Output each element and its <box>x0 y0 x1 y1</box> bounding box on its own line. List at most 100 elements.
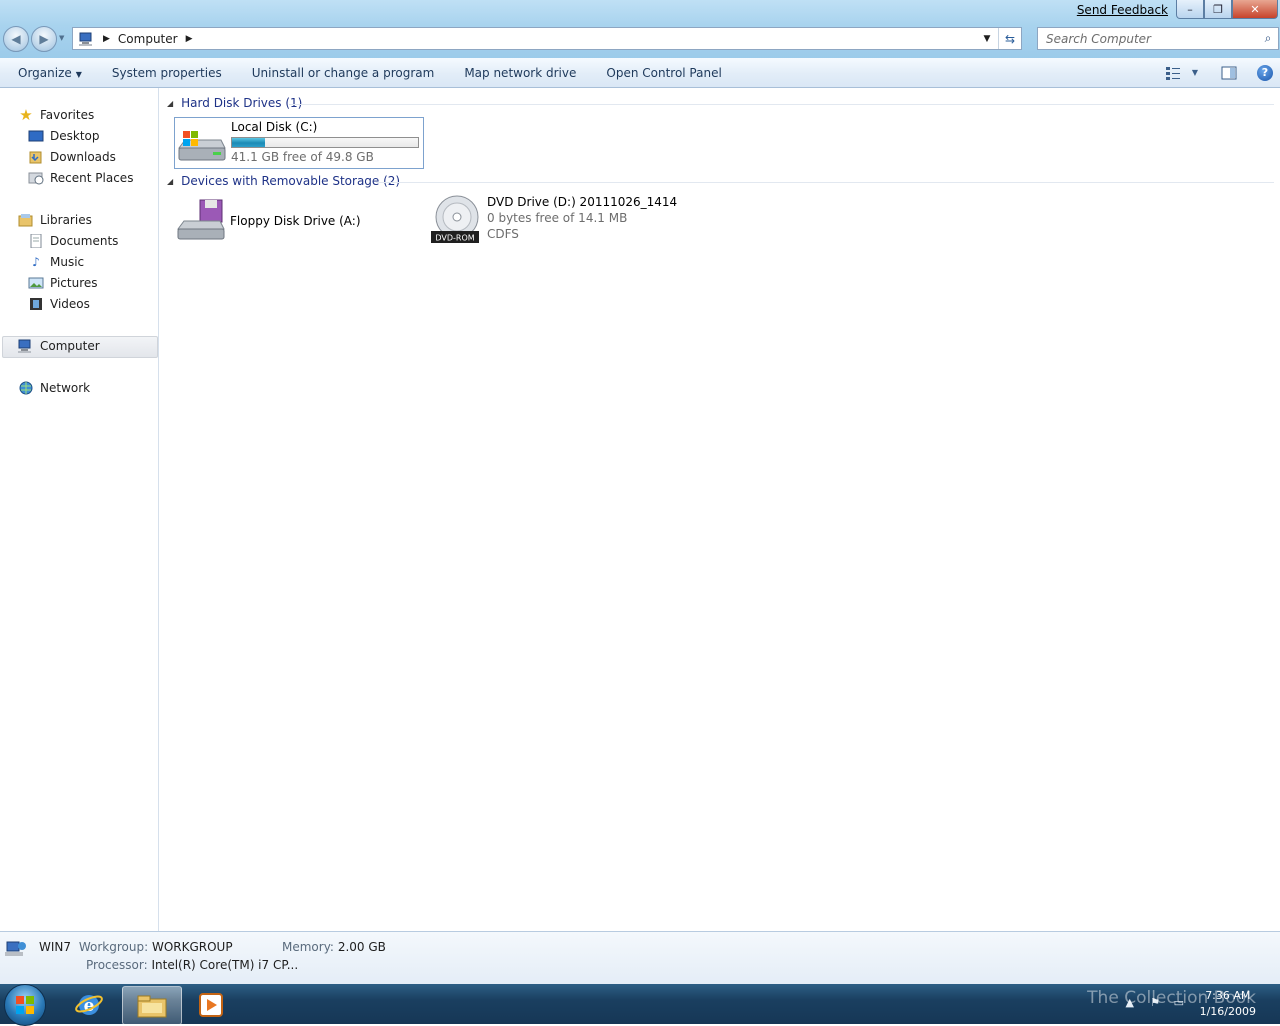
group-title: Hard Disk Drives (1) <box>181 96 303 110</box>
nav-network-label: Network <box>40 381 91 395</box>
internet-explorer-icon: e <box>75 994 103 1016</box>
chevron-down-icon: ▼ <box>1191 68 1199 77</box>
map-network-drive-button[interactable]: Map network drive <box>449 66 591 80</box>
drive-name: DVD Drive (D:) 20111026_1414 <box>487 195 678 209</box>
nav-documents-label: Documents <box>50 234 119 248</box>
nav-videos-label: Videos <box>50 297 90 311</box>
minimize-button[interactable]: – <box>1176 0 1204 19</box>
nav-pictures-label: Pictures <box>50 276 98 290</box>
memory-label: Memory: <box>282 940 334 954</box>
address-history-dropdown[interactable]: ▼ <box>975 28 998 49</box>
search-input[interactable] <box>1044 30 1258 47</box>
computer-name: WIN7 <box>39 940 72 954</box>
help-button[interactable]: ? <box>1250 58 1280 87</box>
chevron-down-icon: ▼ <box>983 33 991 44</box>
recent-places-icon <box>28 171 44 185</box>
taskbar-internet-explorer[interactable]: e <box>60 986 118 1023</box>
group-divider <box>376 182 1274 183</box>
details-pane: WIN7 Workgroup: WORKGROUP Memory: 2.00 G… <box>0 931 1280 985</box>
refresh-button[interactable]: ⇆ <box>998 28 1021 49</box>
nav-desktop[interactable]: Desktop <box>28 126 100 146</box>
forward-button[interactable]: ▶ <box>31 26 57 52</box>
taskbar-windows-explorer[interactable] <box>122 986 182 1025</box>
group-header-hard-disk-drives[interactable]: ◢ Hard Disk Drives (1) <box>167 94 302 112</box>
film-strip-icon <box>28 297 44 311</box>
nav-libraries[interactable]: Libraries <box>18 210 92 230</box>
memory-value: 2.00 GB <box>337 940 386 954</box>
drive-tile-local-disk-c[interactable]: Local Disk (C:) 41.1 GB free of 49.8 GB <box>174 117 424 169</box>
nav-recent-places[interactable]: Recent Places <box>28 168 133 188</box>
nav-libraries-label: Libraries <box>40 213 92 227</box>
disk-usage-fill <box>232 138 265 147</box>
forward-arrow-icon: ▶ <box>39 32 49 46</box>
taskbar-media-player[interactable] <box>182 986 240 1023</box>
group-header-removable-storage[interactable]: ◢ Devices with Removable Storage (2) <box>167 172 400 190</box>
restore-button[interactable]: ❐ <box>1204 0 1232 19</box>
chevron-down-icon: ▼ <box>75 69 82 79</box>
workgroup-label: Workgroup: <box>78 940 149 954</box>
group-title: Devices with Removable Storage (2) <box>181 174 401 188</box>
open-control-panel-button[interactable]: Open Control Panel <box>591 66 736 80</box>
search-box[interactable]: ⌕ <box>1037 27 1279 50</box>
system-properties-button[interactable]: System properties <box>97 66 237 80</box>
recent-pages-dropdown-icon[interactable]: ▼ <box>59 34 64 42</box>
change-view-button[interactable] <box>1158 58 1188 87</box>
nav-computer[interactable]: Computer <box>18 336 100 356</box>
nav-favorites-label: Favorites <box>40 108 95 122</box>
nav-documents[interactable]: Documents <box>28 231 118 251</box>
media-player-icon <box>199 992 223 1017</box>
taskbar-clock[interactable]: 7:36 AM 1/16/2009 <box>1200 988 1256 1020</box>
drive-name: Local Disk (C:) <box>231 120 318 134</box>
back-button[interactable]: ◀ <box>3 26 29 52</box>
drive-tile-dvd-d[interactable]: DVD-ROM DVD Drive (D:) 20111026_1414 0 b… <box>431 195 691 247</box>
drive-free-space: 41.1 GB free of 49.8 GB <box>231 150 374 164</box>
nav-favorites[interactable]: ★ Favorites <box>18 105 94 125</box>
workgroup-value: WORKGROUP <box>151 940 233 954</box>
command-bar: Organize ▼ System properties Uninstall or… <box>0 58 1280 88</box>
desktop-icon <box>28 129 44 143</box>
nav-network[interactable]: Network <box>18 378 90 398</box>
organize-menu[interactable]: Organize ▼ <box>0 66 97 80</box>
nav-computer-label: Computer <box>40 339 100 353</box>
send-feedback-link[interactable]: Send Feedback <box>1077 3 1168 17</box>
address-bar[interactable]: ▶ Computer ▶ ▼ ⇆ <box>72 27 1022 50</box>
help-icon: ? <box>1257 64 1273 81</box>
group-divider <box>289 104 1274 105</box>
drive-tile-floppy-a[interactable]: Floppy Disk Drive (A:) <box>174 195 414 245</box>
nav-downloads-label: Downloads <box>50 150 116 164</box>
computer-network-icon <box>5 940 27 961</box>
preview-pane-icon <box>1221 66 1237 79</box>
libraries-icon <box>18 213 34 227</box>
nav-videos[interactable]: Videos <box>28 294 90 314</box>
nav-downloads[interactable]: Downloads <box>28 147 116 167</box>
uninstall-program-button[interactable]: Uninstall or change a program <box>237 66 450 80</box>
drive-file-system: CDFS <box>487 227 519 241</box>
start-button[interactable] <box>4 984 46 1026</box>
folder-icon <box>137 995 167 1017</box>
organize-label: Organize <box>18 65 72 80</box>
back-arrow-icon: ◀ <box>11 32 21 46</box>
drive-free-space: 0 bytes free of 14.1 MB <box>487 211 628 225</box>
network-icon <box>18 381 34 395</box>
nav-music-label: Music <box>50 255 85 269</box>
star-icon: ★ <box>19 106 33 124</box>
nav-music[interactable]: ♪ Music <box>28 252 84 272</box>
pictures-icon <box>28 276 44 290</box>
nav-recent-places-label: Recent Places <box>50 171 134 185</box>
breadcrumb-chevron-icon[interactable]: ▶ <box>186 34 193 44</box>
computer-icon <box>79 32 92 46</box>
collapse-triangle-icon: ◢ <box>167 98 174 108</box>
hard-drive-windows-icon <box>175 118 227 166</box>
disk-usage-bar <box>231 137 419 148</box>
view-options-dropdown[interactable]: ▼ <box>1188 58 1202 87</box>
breadcrumb-computer[interactable]: Computer <box>118 32 178 46</box>
dvd-disc-icon: DVD-ROM <box>431 195 483 243</box>
nav-pictures[interactable]: Pictures <box>28 273 98 293</box>
close-button[interactable]: ✕ <box>1232 0 1278 19</box>
content-area: ◢ Hard Disk Drives (1) Local Disk (C:) 4… <box>159 88 1280 931</box>
breadcrumb-separator-icon[interactable]: ▶ <box>103 34 110 44</box>
music-note-icon: ♪ <box>32 255 40 269</box>
navigation-pane: ★ Favorites Desktop Downloads Recent Pla… <box>0 88 159 931</box>
search-icon[interactable]: ⌕ <box>1258 31 1278 46</box>
preview-pane-button[interactable] <box>1214 58 1244 87</box>
